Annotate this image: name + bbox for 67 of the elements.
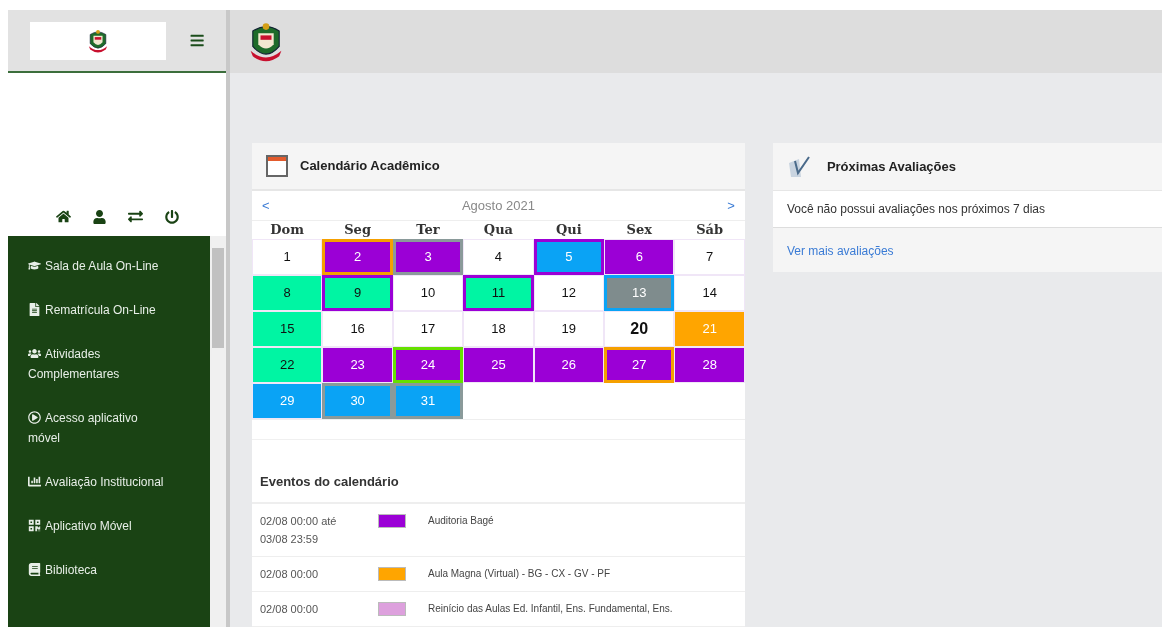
day-cell[interactable]: 8 (252, 275, 323, 311)
section-title: Eventos do calendário (260, 473, 400, 491)
day-cell[interactable]: 18 (463, 311, 534, 347)
day-cell[interactable]: 17 (392, 311, 464, 347)
weekday-header: Dom (269, 221, 306, 239)
menu-icon[interactable] (189, 33, 204, 48)
sidebar-item[interactable]: Atividades Complementares (8, 332, 188, 396)
empty-message: Você não possui avaliações nos próximos 7 dias (772, 191, 1162, 228)
home-icon[interactable] (55, 209, 71, 224)
sidebar-item[interactable]: Avaliação Institucional (8, 460, 188, 504)
day-cell[interactable]: 23 (322, 347, 393, 383)
more-evaluations-link[interactable]: Ver mais avaliações (786, 244, 894, 258)
graduation-cap-icon (28, 259, 41, 272)
day-cell[interactable]: 9 (322, 275, 393, 311)
card-title: Calendário Acadêmico (300, 157, 440, 176)
event-name: Auditoria Bagé (428, 513, 494, 528)
weekday-header: Sáb (695, 221, 725, 239)
day-cell[interactable]: 27 (604, 347, 675, 383)
day-cell[interactable]: 6 (604, 239, 675, 275)
sidebar-item[interactable]: Acesso aplicativo móvel (8, 396, 188, 460)
sidebar-item[interactable]: Aplicativo Móvel (8, 504, 188, 548)
weekday-header: Seg (343, 221, 372, 239)
day-cell[interactable]: 2 (322, 239, 393, 275)
event-date: 02/08 00:00 (260, 601, 320, 617)
book-icon (28, 563, 41, 576)
day-cell[interactable]: 22 (252, 347, 323, 383)
weekday-header: Ter (415, 221, 441, 239)
day-cell[interactable]: 25 (463, 347, 534, 383)
people-icon (28, 347, 41, 360)
event-name: Reinício das Aulas Ed. Infantil, Ens. Fundamental, Ens. (428, 601, 673, 616)
swap-arrows-icon[interactable] (127, 209, 143, 224)
day-cell[interactable]: 20 (604, 311, 675, 347)
day-cell[interactable]: 19 (533, 311, 605, 347)
sidebar-item[interactable]: Sala de Aula On-Line (8, 244, 188, 288)
event-name: Aula Magna (Virtual) - BG - CX - GV - PF (428, 566, 611, 581)
card-title: Próximas Avaliações (826, 157, 956, 176)
day-cell[interactable]: 28 (674, 347, 745, 383)
day-cell[interactable]: 24 (392, 347, 464, 383)
day-cell[interactable]: 14 (674, 275, 745, 311)
day-cell[interactable]: 7 (674, 239, 745, 275)
event-date: 02/08 00:00 (260, 566, 320, 582)
day-cell[interactable]: 11 (463, 275, 534, 311)
user-icon[interactable] (92, 210, 106, 224)
calendar-icon (266, 155, 288, 177)
weekday-header: Sex (625, 221, 653, 239)
weekday-header: Qui (555, 221, 583, 239)
previous-month-button[interactable]: < (262, 195, 270, 216)
sidebar-item[interactable]: Biblioteca (8, 548, 188, 592)
day-cell[interactable]: 4 (463, 239, 534, 275)
day-cell[interactable]: 10 (392, 275, 464, 311)
power-icon[interactable] (164, 210, 179, 224)
document-check-icon (786, 154, 813, 179)
day-cell[interactable]: 12 (533, 275, 605, 311)
day-cell[interactable]: 26 (533, 347, 605, 383)
document-icon (28, 303, 41, 316)
scrollbar[interactable] (210, 236, 226, 627)
day-cell[interactable]: 16 (322, 311, 393, 347)
day-cell[interactable]: 1 (252, 239, 323, 275)
day-cell[interactable]: 3 (392, 239, 464, 275)
next-month-button[interactable]: > (727, 195, 735, 216)
qr-code-icon (28, 519, 41, 532)
sidebar-item[interactable]: Rematrícula On-Line (8, 288, 188, 332)
bar-chart-icon (28, 475, 41, 488)
event-date: 02/08 00:00 até 03/08 23:59 (260, 513, 338, 547)
month-label: Agosto 2021 (461, 196, 535, 215)
weekday-header: Qua (482, 221, 515, 239)
day-cell[interactable]: 15 (252, 311, 323, 347)
